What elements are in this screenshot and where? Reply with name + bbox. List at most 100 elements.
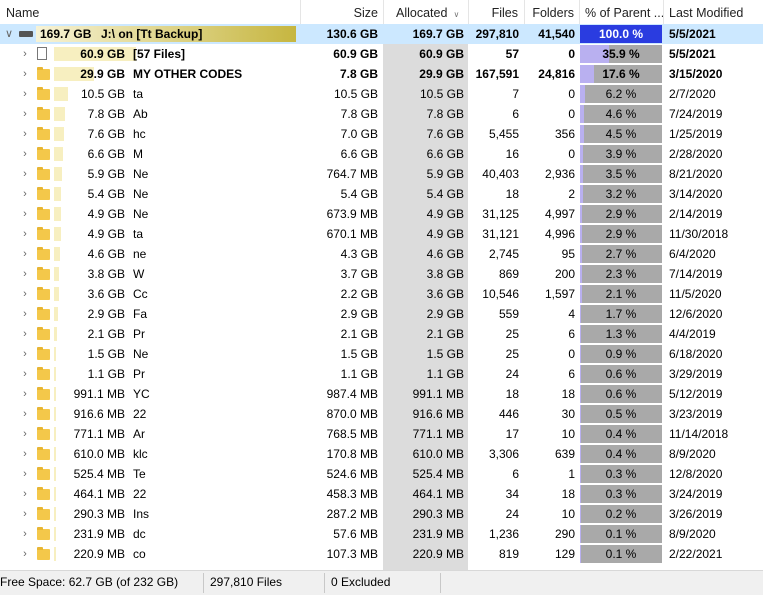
tree-row[interactable]: › 220.9 MB co 107.3 MB 220.9 MB 819 129 0.1 % 2/…	[0, 544, 763, 564]
row-folders: 95	[561, 247, 575, 261]
row-size-label: 4.6 GB	[87, 247, 125, 261]
tree-row[interactable]: › 2.1 GB Pr 2.1 GB 2.1 GB 25 6 1.3 % 4/4/2019	[0, 324, 763, 344]
expand-chevron-icon[interactable]: ›	[19, 184, 31, 204]
column-header-folders[interactable]: Folders	[524, 0, 574, 24]
tree-row[interactable]: › 1.5 GB Ne 1.5 GB 1.5 GB 25 0 0.9 % 6/18/2020	[0, 344, 763, 364]
row-modified: 3/14/2020	[669, 187, 723, 201]
tree-root-row[interactable]: ∨ 169.7 GB J:\ on [Tt Backup] 130.6 GB 1…	[0, 24, 763, 44]
tree-row[interactable]: › 525.4 MB Te 524.6 MB 525.4 MB 6 1 0.3 % 12/8/2…	[0, 464, 763, 484]
percent-bar: 0.1 %	[580, 525, 662, 543]
row-size-label: 525.4 MB	[73, 467, 125, 481]
expand-chevron-icon[interactable]: ›	[19, 504, 31, 524]
expand-chevron-icon[interactable]: ›	[19, 244, 31, 264]
row-allocated: 3.6 GB	[426, 287, 464, 301]
tree-row[interactable]: › 2.9 GB Fa 2.9 GB 2.9 GB 559 4 1.7 % 12/6/2020	[0, 304, 763, 324]
status-free-space: Free Space: 62.7 GB (of 232 GB)	[0, 575, 179, 589]
expand-chevron-icon[interactable]: ›	[19, 384, 31, 404]
expand-chevron-icon[interactable]: ›	[19, 544, 31, 564]
row-size: 60.9 GB	[333, 47, 378, 61]
column-divider[interactable]	[663, 0, 664, 24]
expand-chevron-icon[interactable]: ›	[19, 524, 31, 544]
tree-row[interactable]: › 231.9 MB dc 57.6 MB 231.9 MB 1,236 290 0.1 % 8…	[0, 524, 763, 544]
tree-row[interactable]: › 3.6 GB Cc 2.2 GB 3.6 GB 10,546 1,597 2.1 % 11/…	[0, 284, 763, 304]
row-modified: 11/14/2018	[669, 427, 729, 441]
expand-chevron-icon[interactable]: ›	[19, 224, 31, 244]
row-files: 446	[498, 407, 519, 421]
tree-row[interactable]: › 916.6 MB 22 870.0 MB 916.6 MB 446 30 0.5 % 3/2…	[0, 404, 763, 424]
expand-chevron-icon[interactable]: ›	[19, 124, 31, 144]
tree-row[interactable]: › 5.9 GB Ne 764.7 MB 5.9 GB 40,403 2,936 3.5 % 8…	[0, 164, 763, 184]
tree-row[interactable]: › 7.8 GB Ab 7.8 GB 7.8 GB 6 0 4.6 % 7/24/2019	[0, 104, 763, 124]
row-name: M	[133, 147, 143, 161]
status-excluded: 0 Excluded	[331, 575, 391, 589]
tree-row[interactable]: › 6.6 GB M 6.6 GB 6.6 GB 16 0 3.9 % 2/28/2020	[0, 144, 763, 164]
row-modified: 3/29/2019	[669, 367, 723, 381]
tree-row[interactable]: › 60.9 GB [57 Files] 60.9 GB 60.9 GB 57 0 35.9 …	[0, 44, 763, 64]
column-header-pct[interactable]: % of Parent ...	[585, 0, 664, 24]
row-size: 3.7 GB	[340, 267, 378, 281]
tree-row[interactable]: › 610.0 MB klc 170.8 MB 610.0 MB 3,306 639 0.4 …	[0, 444, 763, 464]
expand-chevron-icon[interactable]: ›	[19, 304, 31, 324]
tree-row[interactable]: › 991.1 MB YC 987.4 MB 991.1 MB 18 18 0.6 % 5/12…	[0, 384, 763, 404]
tree-row[interactable]: › 4.9 GB Ne 673.9 MB 4.9 GB 31,125 4,997 2.9 % 2…	[0, 204, 763, 224]
row-size-label: 220.9 MB	[73, 547, 125, 561]
tree-row[interactable]: › 1.1 GB Pr 1.1 GB 1.1 GB 24 6 0.6 % 3/29/2019	[0, 364, 763, 384]
row-allocated: 290.3 MB	[412, 507, 464, 521]
percent-bar: 3.9 %	[580, 145, 662, 163]
expand-chevron-icon[interactable]: ›	[19, 264, 31, 284]
row-folders: 2	[568, 187, 575, 201]
tree-row[interactable]: › 290.3 MB Ins 287.2 MB 290.3 MB 24 10 0.2 % 3/2…	[0, 504, 763, 524]
expand-chevron-icon[interactable]: ›	[19, 104, 31, 124]
expand-chevron-icon[interactable]: ›	[19, 44, 31, 64]
row-name: Fa	[133, 307, 148, 321]
column-header-name[interactable]: Name	[6, 0, 156, 24]
tree-row[interactable]: › 29.9 GB MY OTHER CODES 7.8 GB 29.9 GB 167,5…	[0, 64, 763, 84]
row-folders: 10	[561, 427, 575, 441]
percent-text: 2.9 %	[605, 227, 637, 241]
folder-icon	[37, 347, 50, 360]
row-size: 2.9 GB	[340, 307, 378, 321]
percent-text: 3.9 %	[605, 147, 637, 161]
tree-row[interactable]: › 4.6 GB ne 4.3 GB 4.6 GB 2,745 95 2.7 % 6/4/202…	[0, 244, 763, 264]
column-header-modified[interactable]: Last Modified	[669, 0, 763, 24]
folder-icon	[37, 227, 50, 240]
tree-row[interactable]: › 4.9 GB ta 670.1 MB 4.9 GB 31,121 4,996 2.9 % 1…	[0, 224, 763, 244]
expand-chevron-icon[interactable]: ›	[19, 424, 31, 444]
column-header-allocated[interactable]: Allocated ∨	[396, 0, 468, 24]
expand-chevron-icon[interactable]: ›	[19, 344, 31, 364]
row-size: 670.1 MB	[326, 227, 378, 241]
expand-chevron-icon[interactable]: ›	[19, 204, 31, 224]
column-header-size[interactable]: Size	[300, 0, 378, 24]
expand-chevron-icon[interactable]: ›	[19, 164, 31, 184]
column-divider[interactable]	[383, 0, 384, 24]
column-header-allocated-label: Allocated	[396, 6, 448, 20]
row-size-label: 464.1 MB	[73, 487, 125, 501]
expand-chevron-icon[interactable]: ›	[19, 64, 31, 84]
tree-row[interactable]: › 5.4 GB Ne 5.4 GB 5.4 GB 18 2 3.2 % 3/14/2020	[0, 184, 763, 204]
expand-chevron-icon[interactable]: ›	[19, 484, 31, 504]
expand-chevron-icon[interactable]: ›	[19, 144, 31, 164]
column-header-files[interactable]: Files	[468, 0, 518, 24]
percent-text: 0.9 %	[605, 347, 637, 361]
row-name: Ins	[133, 507, 150, 521]
collapse-chevron-icon[interactable]: ∨	[3, 24, 15, 44]
percent-text: 17.6 %	[602, 67, 640, 81]
drive-icon	[19, 31, 33, 37]
expand-chevron-icon[interactable]: ›	[19, 444, 31, 464]
row-allocated: 60.9 GB	[419, 47, 464, 61]
root-files: 297,810	[475, 27, 519, 41]
tree-row[interactable]: › 464.1 MB 22 458.3 MB 464.1 MB 34 18 0.3 % 3/24…	[0, 484, 763, 504]
expand-chevron-icon[interactable]: ›	[19, 284, 31, 304]
tree-row[interactable]: › 10.5 GB ta 10.5 GB 10.5 GB 7 0 6.2 % 2/7/2020	[0, 84, 763, 104]
root-size: 130.6 GB	[326, 27, 378, 41]
expand-chevron-icon[interactable]: ›	[19, 324, 31, 344]
column-divider[interactable]	[579, 0, 580, 24]
expand-chevron-icon[interactable]: ›	[19, 404, 31, 424]
tree-row[interactable]: › 3.8 GB W 3.7 GB 3.8 GB 869 200 2.3 % 7/14/2019	[0, 264, 763, 284]
row-allocated: 1.1 GB	[426, 367, 464, 381]
expand-chevron-icon[interactable]: ›	[19, 364, 31, 384]
expand-chevron-icon[interactable]: ›	[19, 464, 31, 484]
tree-row[interactable]: › 771.1 MB Ar 768.5 MB 771.1 MB 17 10 0.4 % 11/1…	[0, 424, 763, 444]
tree-row[interactable]: › 7.6 GB hc 7.0 GB 7.6 GB 5,455 356 4.5 % 1/25/2…	[0, 124, 763, 144]
expand-chevron-icon[interactable]: ›	[19, 84, 31, 104]
